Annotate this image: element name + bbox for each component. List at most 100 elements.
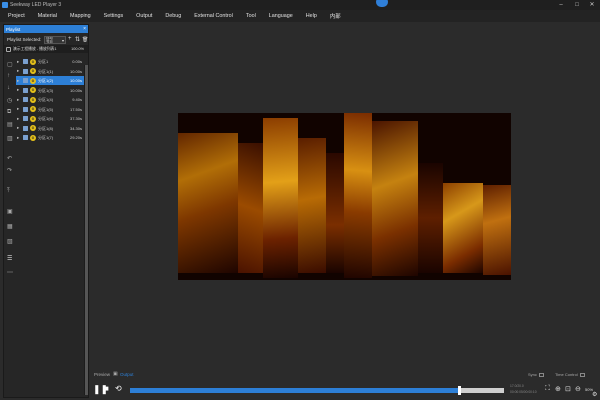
move-down-icon[interactable]: ↓ — [7, 85, 10, 91]
progress-slider[interactable] — [130, 386, 504, 395]
properties-icon[interactable]: ☰ — [7, 255, 12, 262]
scrollbar-thumb[interactable] — [84, 65, 88, 395]
expand-arrow-icon[interactable]: ▸ — [17, 87, 19, 93]
add-program-icon[interactable]: ▢ — [7, 61, 13, 68]
close-panel-icon[interactable]: × — [83, 26, 86, 32]
sort-icon[interactable]: ⇅ — [75, 36, 80, 43]
program-name: 分区1(5) — [38, 106, 54, 112]
stop-icon[interactable]: ■ — [104, 384, 109, 394]
settings-icon[interactable]: ⚙ — [592, 391, 597, 398]
expand-arrow-icon[interactable]: ▸ — [17, 97, 19, 103]
program-row[interactable]: ▸ ⚙ 分区1 0.00s — [16, 57, 84, 66]
program-row[interactable]: ▸ ⚙ 分区1(7) 29.20s — [16, 133, 84, 142]
tab-preview[interactable]: Preview — [94, 372, 110, 377]
playlist-selected-label: Playlist Selected: — [7, 37, 42, 42]
remove-icon[interactable]: ▥ — [7, 135, 13, 142]
menu-item[interactable]: Mapping — [70, 13, 91, 19]
save-icon[interactable]: ▧ — [7, 238, 13, 245]
menu-item[interactable]: Project — [8, 13, 25, 19]
panel-scrollbar[interactable] — [84, 65, 88, 395]
undo-icon[interactable]: ↶ — [7, 155, 12, 162]
program-row[interactable]: ▸ ⚙ 分区1(8) 34.30s — [16, 124, 84, 133]
menu-item[interactable]: Material — [38, 13, 57, 19]
monitor-icon: ▣ — [113, 371, 118, 377]
program-name: 分区1(8) — [38, 125, 54, 131]
zoom-out-icon[interactable]: ⊖ — [575, 385, 581, 393]
redo-icon[interactable]: ↷ — [7, 167, 12, 174]
file-icon[interactable]: ▦ — [7, 223, 13, 230]
menu-item[interactable]: Tool — [246, 13, 256, 19]
time-control-toggle[interactable]: Time Control — [555, 372, 585, 377]
expand-arrow-icon[interactable]: ▸ — [17, 68, 19, 74]
expand-arrow-icon[interactable]: ▸ — [17, 78, 19, 84]
menu-item[interactable]: 内部 — [330, 12, 341, 20]
expand-arrow-icon[interactable]: ▸ — [17, 59, 19, 65]
playlist-panel: Playlist × Playlist Selected: 自动 节目 ▾ + … — [3, 24, 89, 398]
program-row[interactable]: ▸ ⚙ 分区1(4) 9.40s — [16, 95, 84, 104]
program-icon — [23, 135, 28, 140]
playlist-name: 演示工程播放 - 播放列表1 — [13, 46, 57, 51]
menu-item[interactable]: Settings — [104, 13, 123, 19]
add-icon[interactable]: + — [68, 36, 72, 42]
zoom-fit-icon[interactable]: ⊡ — [565, 385, 571, 393]
program-icon — [23, 116, 28, 121]
paste-icon[interactable]: ▤ — [7, 121, 13, 128]
fit-screen-icon[interactable]: ⛶ — [545, 385, 550, 393]
program-name: 分区1(2) — [38, 78, 54, 83]
program-badge: ⚙ — [30, 96, 36, 103]
program-duration: 37.30s — [69, 116, 82, 121]
sync-toggle[interactable]: Sync — [528, 372, 544, 377]
program-row[interactable]: ▸ ⚙ 分区1(6) 37.30s — [16, 114, 84, 123]
timer-icon[interactable]: ◷ — [7, 97, 12, 104]
copy-icon[interactable]: ⧉ — [7, 109, 11, 116]
move-up-icon[interactable]: ↑ — [7, 73, 10, 79]
close-icon[interactable]: ✕ — [587, 1, 597, 9]
program-badge: ⚙ — [30, 87, 36, 93]
menu-item[interactable]: External Control — [194, 13, 233, 19]
playlist-mode-dropdown[interactable]: 自动 节目 ▾ — [44, 36, 66, 44]
program-list: ▸ ⚙ 分区1 0.00s ▸ ⚙ 分区1(1) 10.00s ▸ ⚙ 分区1(2) 10.00s ▸ ⚙… — [16, 57, 84, 143]
program-icon — [23, 68, 28, 74]
sync-checkbox[interactable] — [538, 372, 544, 377]
progress-knob[interactable] — [458, 386, 462, 395]
program-icon — [23, 78, 28, 83]
zoom-in-icon[interactable]: ⊕ — [555, 385, 561, 393]
import-icon[interactable]: ⤒ — [7, 188, 10, 195]
program-row[interactable]: ▸ ⚙ 分区1(1) 10.00s — [16, 67, 84, 76]
expand-arrow-icon[interactable]: ▸ — [17, 106, 19, 112]
program-badge: ⚙ — [30, 115, 36, 122]
program-name: 分区1(4) — [38, 97, 54, 102]
loop-icon[interactable]: ⟲ — [115, 384, 122, 394]
program-icon — [23, 87, 28, 93]
time-control-label: Time Control — [555, 372, 578, 377]
menu-item[interactable]: Output — [136, 13, 152, 19]
content-band — [372, 121, 418, 276]
expand-arrow-icon[interactable]: ▸ — [17, 125, 19, 131]
panel-title: Playlist — [6, 26, 21, 32]
playlist-header-row[interactable]: 演示工程播放 - 播放列表1 100.0% — [4, 45, 88, 53]
menu-item[interactable]: Help — [306, 13, 317, 19]
program-duration: 10.00s — [69, 78, 82, 83]
content-band — [483, 185, 511, 275]
delete-icon[interactable]: 🗑 — [82, 37, 88, 43]
preview-canvas[interactable] — [178, 113, 511, 280]
expand-arrow-icon[interactable]: ▸ — [17, 116, 19, 122]
program-badge: ⚙ — [30, 106, 36, 112]
export-icon[interactable]: ▣ — [7, 208, 13, 215]
more-icon[interactable]: ⋯ — [7, 269, 13, 276]
program-row[interactable]: ▸ ⚙ 分区1(2) 10.00s — [16, 76, 84, 85]
expand-arrow-icon[interactable]: ▸ — [17, 135, 19, 141]
tab-output[interactable]: Output — [120, 372, 134, 377]
minimize-icon[interactable]: – — [556, 1, 566, 9]
program-badge: ⚙ — [30, 58, 36, 65]
program-row[interactable]: ▸ ⚙ 分区1(5) 17.50s — [16, 105, 84, 114]
content-band — [263, 118, 298, 278]
playlist-icon — [6, 46, 11, 52]
side-toolbar: ▢ ↑ ↓ ◷ ⧉ ▤ ▥ ↶ ↷ ⤒ ▣ ▦ ▧ ☰ ⋯ — [6, 55, 16, 305]
menu-item[interactable]: Language — [269, 13, 293, 19]
program-row[interactable]: ▸ ⚙ 分区1(3) 10.00s — [16, 86, 84, 95]
maximize-icon[interactable]: □ — [572, 1, 582, 9]
notification-pill[interactable] — [376, 0, 388, 7]
time-control-checkbox[interactable] — [579, 372, 585, 377]
menu-item[interactable]: Debug — [165, 13, 181, 19]
